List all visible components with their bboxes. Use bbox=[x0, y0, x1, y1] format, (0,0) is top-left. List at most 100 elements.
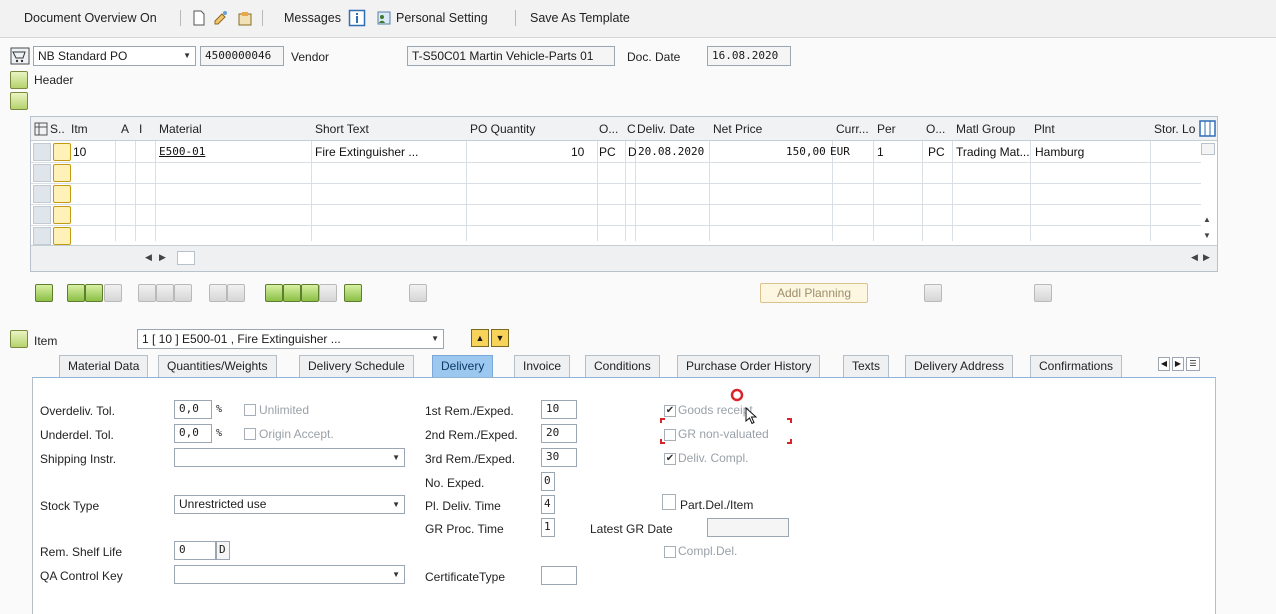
scroll-up-icon[interactable]: ▲ bbox=[1203, 215, 1211, 224]
column-header-po-quantity[interactable]: PO Quantity bbox=[470, 122, 535, 136]
goods-receipt-checkbox[interactable]: ✔ bbox=[664, 405, 676, 417]
column-header-account[interactable]: A bbox=[121, 122, 129, 136]
previous-item-button[interactable]: ▲ bbox=[471, 329, 489, 347]
column-header-material[interactable]: Material bbox=[159, 122, 202, 136]
column-header-item[interactable]: Itm bbox=[71, 122, 88, 136]
column-header-order-unit[interactable]: O... bbox=[599, 122, 618, 136]
tab-delivery-address[interactable]: Delivery Address bbox=[905, 355, 1014, 377]
second-reminder-field[interactable]: 20 bbox=[541, 424, 577, 443]
overdelivery-tolerance-field[interactable]: 0,0 bbox=[174, 400, 212, 419]
item-status-cell[interactable] bbox=[53, 164, 71, 182]
complete-delivery-checkbox[interactable] bbox=[664, 546, 676, 558]
item-status-cell[interactable] bbox=[53, 143, 71, 161]
net-price-cell[interactable]: 150,00 bbox=[786, 145, 826, 158]
deselect-all-icon[interactable] bbox=[85, 284, 103, 302]
vendor-field[interactable]: T-S50C01 Martin Vehicle-Parts 01 bbox=[407, 46, 615, 66]
save-as-template-button[interactable]: Save As Template bbox=[530, 11, 630, 25]
po-number-field[interactable]: 4500000046 bbox=[200, 46, 284, 66]
item-select-dropdown[interactable]: 1 [ 10 ] E500-01 , Fire Extinguisher ...… bbox=[137, 329, 444, 349]
delete-icon[interactable] bbox=[138, 284, 156, 302]
shelf-life-unit-field[interactable]: D bbox=[216, 541, 230, 560]
row-selector[interactable] bbox=[33, 164, 51, 182]
scroll-right-icon[interactable]: ▶ bbox=[159, 252, 166, 263]
column-header-item-category[interactable]: I bbox=[139, 122, 142, 136]
lock-icon[interactable] bbox=[156, 284, 174, 302]
next-item-button[interactable]: ▼ bbox=[491, 329, 509, 347]
short-text-cell[interactable]: Fire Extinguisher ... bbox=[315, 145, 418, 159]
column-header-material-group[interactable]: Matl Group bbox=[956, 122, 1015, 136]
scroll-left-icon[interactable]: ◀ bbox=[1191, 252, 1198, 263]
row-selector[interactable] bbox=[33, 143, 51, 161]
messages-button[interactable]: Messages bbox=[284, 11, 341, 25]
remaining-shelf-life-field[interactable]: 0 bbox=[174, 541, 216, 560]
details-icon[interactable] bbox=[35, 284, 53, 302]
expand-header-icon[interactable] bbox=[10, 71, 28, 89]
order-unit-cell[interactable]: PC bbox=[599, 145, 616, 159]
other-purchase-order-icon[interactable] bbox=[236, 9, 254, 27]
tab-scroll-left-icon[interactable]: ◀ bbox=[1158, 357, 1170, 371]
plant-cell[interactable]: Hamburg bbox=[1035, 145, 1084, 159]
certificate-type-field[interactable] bbox=[541, 566, 577, 585]
column-header-plant[interactable]: Plnt bbox=[1034, 122, 1055, 136]
column-header-per[interactable]: Per bbox=[877, 122, 896, 136]
delivery-complete-checkbox[interactable]: ✔ bbox=[664, 453, 676, 465]
tab-delivery[interactable]: Delivery bbox=[432, 355, 494, 377]
configure-icon[interactable] bbox=[924, 284, 942, 302]
delivery-date-cell[interactable]: 20.08.2020 bbox=[638, 145, 704, 158]
tab-scroll-right-icon[interactable]: ▶ bbox=[1172, 357, 1184, 371]
first-reminder-field[interactable]: 10 bbox=[541, 400, 577, 419]
date-category-cell[interactable]: D bbox=[628, 145, 637, 159]
account-assignment-icon[interactable] bbox=[344, 284, 362, 302]
tab-purchase-order-history[interactable]: Purchase Order History bbox=[677, 355, 821, 377]
info-icon[interactable] bbox=[348, 9, 366, 27]
column-header-short-text[interactable]: Short Text bbox=[315, 122, 369, 136]
copy-icon[interactable] bbox=[209, 284, 227, 302]
column-header-status[interactable]: S.. bbox=[50, 122, 65, 136]
material-group-cell[interactable]: Trading Mat... bbox=[956, 145, 1030, 159]
latest-gr-date-field[interactable] bbox=[707, 518, 789, 537]
column-header-storage-location[interactable]: Stor. Lo bbox=[1154, 122, 1195, 136]
document-type-dropdown[interactable]: NB Standard PO ▼ bbox=[33, 46, 196, 66]
partial-delivery-item-field[interactable] bbox=[662, 494, 676, 510]
sort-descending-icon[interactable] bbox=[283, 284, 301, 302]
personal-setting-button[interactable]: Personal Setting bbox=[396, 11, 488, 25]
per-cell[interactable]: 1 bbox=[877, 145, 884, 159]
personal-setting-icon[interactable] bbox=[375, 9, 393, 27]
paste-icon[interactable] bbox=[227, 284, 245, 302]
new-document-icon[interactable] bbox=[190, 9, 208, 27]
table-settings-icon[interactable] bbox=[34, 122, 48, 136]
column-header-delivery-date[interactable]: Deliv. Date bbox=[637, 122, 695, 136]
display-change-icon[interactable] bbox=[212, 9, 230, 27]
row-selector[interactable] bbox=[33, 206, 51, 224]
default-values-icon[interactable] bbox=[319, 284, 337, 302]
po-quantity-cell[interactable]: 10 bbox=[571, 145, 584, 159]
item-number-cell[interactable]: 10 bbox=[73, 145, 86, 159]
tab-confirmations[interactable]: Confirmations bbox=[1030, 355, 1123, 377]
no-expediters-field[interactable]: 0 bbox=[541, 472, 555, 491]
column-header-currency[interactable]: Curr... bbox=[836, 122, 869, 136]
document-overview-button[interactable]: Document Overview On bbox=[24, 11, 157, 25]
scroll-left-icon[interactable]: ◀ bbox=[145, 252, 152, 263]
item-status-cell[interactable] bbox=[53, 227, 71, 245]
underdelivery-tolerance-field[interactable]: 0,0 bbox=[174, 424, 212, 443]
tab-list-icon[interactable]: ☰ bbox=[1186, 357, 1200, 371]
addl-planning-button[interactable]: Addl Planning bbox=[760, 283, 868, 303]
item-status-cell[interactable] bbox=[53, 206, 71, 224]
planned-delivery-time-field[interactable]: 4 bbox=[541, 495, 555, 514]
tab-conditions[interactable]: Conditions bbox=[585, 355, 660, 377]
tab-invoice[interactable]: Invoice bbox=[514, 355, 571, 377]
doc-date-field[interactable]: 16.08.2020 bbox=[707, 46, 791, 66]
collapse-item-detail-icon[interactable] bbox=[10, 330, 28, 348]
third-reminder-field[interactable]: 30 bbox=[541, 448, 577, 467]
collapse-items-icon[interactable] bbox=[10, 92, 28, 110]
select-block-icon[interactable] bbox=[104, 284, 122, 302]
select-all-icon[interactable] bbox=[67, 284, 85, 302]
tab-quantities-weights[interactable]: Quantities/Weights bbox=[158, 355, 277, 377]
tab-delivery-schedule[interactable]: Delivery Schedule bbox=[299, 355, 414, 377]
column-header-net-price[interactable]: Net Price bbox=[713, 122, 762, 136]
item-status-cell[interactable] bbox=[53, 185, 71, 203]
additional-icon[interactable] bbox=[409, 284, 427, 302]
price-unit-cell[interactable]: PC bbox=[928, 145, 945, 159]
stock-type-dropdown[interactable]: Unrestricted use ▼ bbox=[174, 495, 405, 514]
filter-icon[interactable] bbox=[301, 284, 319, 302]
